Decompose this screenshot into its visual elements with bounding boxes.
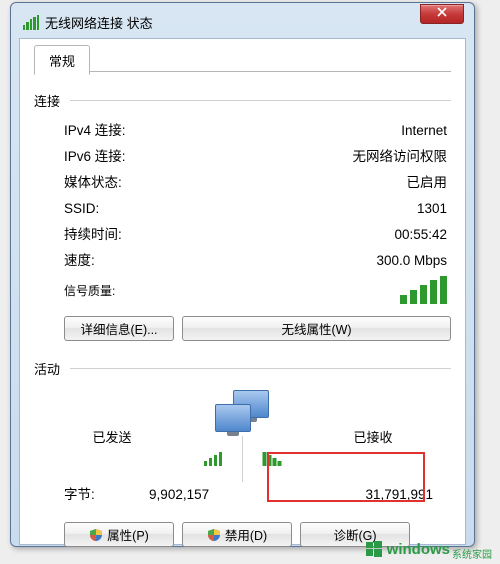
- title-text: 无线网络连接 状态: [45, 13, 153, 32]
- properties-button[interactable]: 属性(P): [64, 522, 174, 547]
- connection-group: 连接 IPv4 连接: Internet IPv6 连接: 无网络访问权限 媒体…: [34, 91, 451, 341]
- bytes-label: 字节:: [64, 484, 95, 506]
- sent-label: 已发送: [52, 427, 172, 446]
- watermark-text: windows: [387, 541, 450, 558]
- tab-row: 常规: [34, 45, 451, 73]
- client-area: 常规 连接 IPv4 连接: Internet IPv6 连接: 无网络访问权限…: [19, 38, 466, 545]
- wireless-properties-button[interactable]: 无线属性(W): [182, 316, 451, 341]
- titlebar[interactable]: 无线网络连接 状态: [19, 10, 466, 38]
- tab-general[interactable]: 常规: [34, 45, 90, 75]
- sent-bars-icon: [204, 452, 223, 466]
- speed-value: 300.0 Mbps: [376, 250, 447, 272]
- duration-label: 持续时间:: [64, 224, 122, 246]
- recv-label: 已接收: [313, 427, 433, 446]
- connection-title: 连接: [34, 91, 60, 110]
- ipv6-value: 无网络访问权限: [353, 146, 448, 168]
- duration-value: 00:55:42: [394, 224, 447, 246]
- close-icon: [437, 7, 447, 17]
- watermark-sub: 系统家园: [452, 546, 492, 561]
- ipv6-label: IPv6 连接:: [64, 146, 126, 168]
- media-value: 已启用: [407, 172, 448, 194]
- windows-flag-icon: [365, 540, 383, 558]
- media-label: 媒体状态:: [64, 172, 122, 194]
- ssid-value: 1301: [417, 198, 447, 220]
- dialog-window: 无线网络连接 状态 常规 连接 IPv4 连接: Internet IPv6 连…: [10, 2, 475, 547]
- close-button[interactable]: [420, 4, 464, 24]
- speed-label: 速度:: [64, 250, 95, 272]
- ipv4-value: Internet: [401, 120, 447, 142]
- recv-bars-icon: [263, 452, 282, 466]
- bytes-sent: 9,902,157: [95, 484, 264, 506]
- activity-title: 活动: [34, 359, 60, 378]
- properties-label: 属性(P): [107, 525, 149, 544]
- signal-label: 信号质量:: [64, 282, 115, 299]
- disable-button[interactable]: 禁用(D): [182, 522, 292, 547]
- shield-icon: [207, 528, 221, 542]
- activity-group: 活动 已发送 已接收 字: [34, 359, 451, 547]
- bytes-recv: 31,791,991: [264, 484, 433, 506]
- ipv4-label: IPv4 连接:: [64, 120, 126, 142]
- watermark: windows 系统家园: [365, 540, 492, 558]
- disable-label: 禁用(D): [225, 525, 267, 544]
- wifi-signal-icon: [23, 14, 39, 30]
- shield-icon: [89, 528, 103, 542]
- ssid-label: SSID:: [64, 198, 99, 220]
- details-button[interactable]: 详细信息(E)...: [64, 316, 174, 341]
- computer-icon: [211, 390, 275, 438]
- signal-strength-icon: [400, 276, 447, 304]
